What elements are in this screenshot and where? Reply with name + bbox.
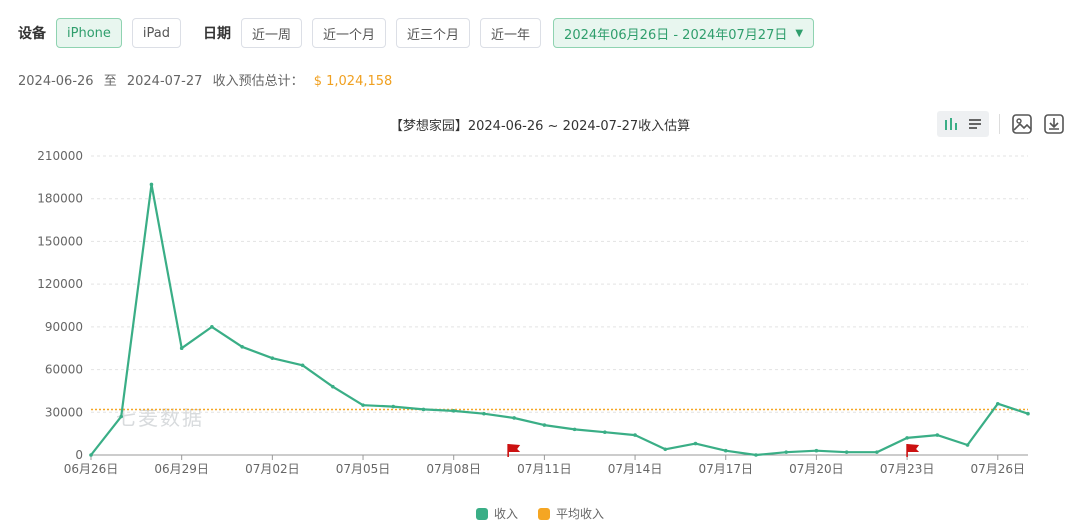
event-flag-icon — [907, 444, 920, 452]
income-data-point — [542, 423, 547, 427]
y-tick-label: 210000 — [37, 149, 83, 163]
legend-label-income: 收入 — [493, 507, 518, 521]
x-tick-label: 07月14日 — [608, 462, 663, 476]
income-data-point — [421, 407, 426, 412]
income-data-point — [482, 411, 486, 416]
income-data-point — [723, 448, 728, 453]
x-tick-label: 07月17日 — [698, 462, 753, 476]
income-series-line — [90, 183, 1029, 457]
income-data-point — [1026, 411, 1030, 416]
income-data-point — [361, 403, 365, 407]
legend-swatch-average — [538, 507, 550, 520]
income-data-point — [270, 356, 275, 360]
x-tick-label: 07月11日 — [517, 462, 572, 476]
income-data-point — [965, 443, 970, 447]
y-tick-label: 90000 — [45, 320, 83, 334]
income-data-point — [179, 346, 184, 351]
x-tick-label: 06月29日 — [154, 462, 209, 476]
income-data-point — [89, 453, 93, 457]
income-data-point — [512, 416, 516, 420]
x-tick-label: 06月26日 — [64, 462, 119, 476]
income-data-point — [875, 450, 879, 454]
income-data-point — [663, 447, 668, 452]
x-tick-label: 07月23日 — [880, 462, 935, 476]
income-data-point — [633, 433, 637, 437]
revenue-line-chart: 0 30000 60000 90000 120000 150000 180000 210000… — [37, 149, 1030, 476]
income-data-point — [331, 384, 335, 389]
income-data-point — [119, 414, 124, 419]
income-data-point — [905, 436, 909, 440]
income-data-point — [995, 401, 1000, 406]
y-tick-label: 150000 — [37, 234, 83, 248]
legend-item-average[interactable]: 平均收入 — [538, 505, 604, 522]
income-data-point — [300, 363, 305, 368]
legend-label-average: 平均收入 — [556, 507, 605, 521]
income-data-point — [754, 453, 758, 457]
income-data-point — [240, 344, 244, 349]
x-tick-label: 07月20日 — [789, 462, 844, 476]
legend-swatch-income — [475, 507, 488, 520]
legend-item-income[interactable]: 收入 — [475, 505, 518, 522]
y-tick-label: 30000 — [45, 405, 83, 419]
income-data-point — [935, 433, 940, 437]
income-data-point — [210, 325, 214, 329]
y-tick-label: 180000 — [37, 192, 83, 206]
event-flag-icon — [508, 444, 521, 452]
income-data-point — [844, 450, 849, 454]
income-data-point — [149, 182, 154, 187]
income-data-point — [451, 409, 456, 413]
y-tick-label: 120000 — [37, 277, 83, 291]
income-data-point — [572, 427, 577, 432]
x-tick-label: 07月05日 — [336, 462, 391, 476]
income-data-point — [603, 430, 607, 435]
x-tick-label: 07月08日 — [426, 462, 481, 476]
income-data-point — [693, 441, 698, 446]
chart-legend: 收入 平均收入 — [0, 505, 1080, 522]
x-tick-label: 07月02日 — [245, 462, 300, 476]
income-data-point — [391, 404, 396, 409]
y-tick-label: 0 — [75, 448, 83, 462]
income-data-point — [814, 448, 819, 453]
y-tick-label: 60000 — [45, 363, 83, 377]
x-tick-label: 07月26日 — [971, 462, 1026, 476]
income-data-point — [784, 450, 788, 454]
